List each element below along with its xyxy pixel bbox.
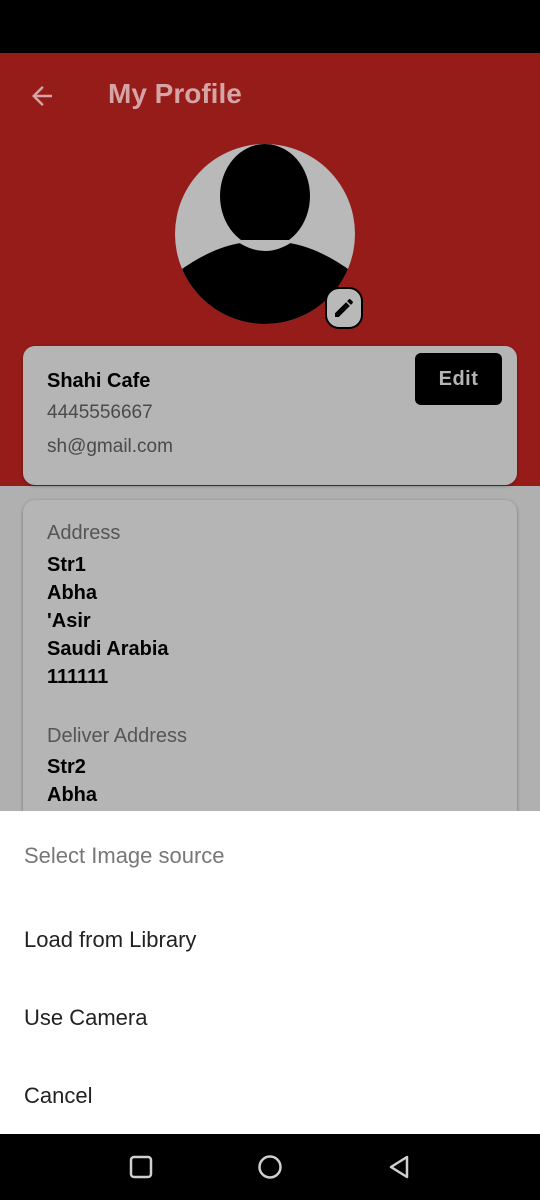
profile-name: Shahi Cafe (47, 370, 151, 392)
load-from-library-option[interactable]: Load from Library (24, 927, 196, 953)
profile-email: sh@gmail.com (47, 436, 173, 457)
use-camera-option[interactable]: Use Camera (24, 1005, 147, 1031)
home-button[interactable] (255, 1152, 285, 1182)
back-nav-button[interactable] (384, 1152, 414, 1182)
address-label: Address (47, 522, 121, 544)
triangle-back-icon (389, 1155, 409, 1179)
address-card: Address Str1 Abha 'Asir Saudi Arabia 111… (23, 500, 517, 860)
address-line: 'Asir (47, 610, 91, 632)
deliver-address-line: Abha (47, 784, 97, 806)
address-line: Saudi Arabia (47, 638, 169, 660)
arrow-left-icon (32, 86, 52, 106)
pencil-icon (335, 298, 353, 317)
cancel-option[interactable]: Cancel (24, 1083, 92, 1109)
status-bar (0, 0, 540, 53)
address-line: Str1 (47, 554, 86, 576)
image-source-sheet: Select Image source Load from Library Us… (0, 811, 540, 1134)
system-nav-bar (0, 1134, 540, 1200)
sheet-title: Select Image source (24, 843, 225, 868)
address-line: 111111 (47, 666, 109, 688)
deliver-address-label: Deliver Address (47, 725, 188, 747)
recents-button[interactable] (126, 1152, 156, 1182)
square-icon (129, 1155, 153, 1179)
profile-card: Shahi Cafe 4445556667 sh@gmail.com Edit (23, 346, 517, 485)
page-title: My Profile (108, 78, 242, 109)
deliver-address-line: Str2 (47, 756, 86, 778)
address-line: Abha (47, 582, 97, 604)
change-photo-button[interactable] (325, 287, 363, 329)
circle-icon (258, 1155, 282, 1179)
profile-phone: 4445556667 (47, 402, 153, 423)
back-button[interactable] (22, 76, 62, 116)
edit-button[interactable]: Edit (415, 353, 502, 405)
